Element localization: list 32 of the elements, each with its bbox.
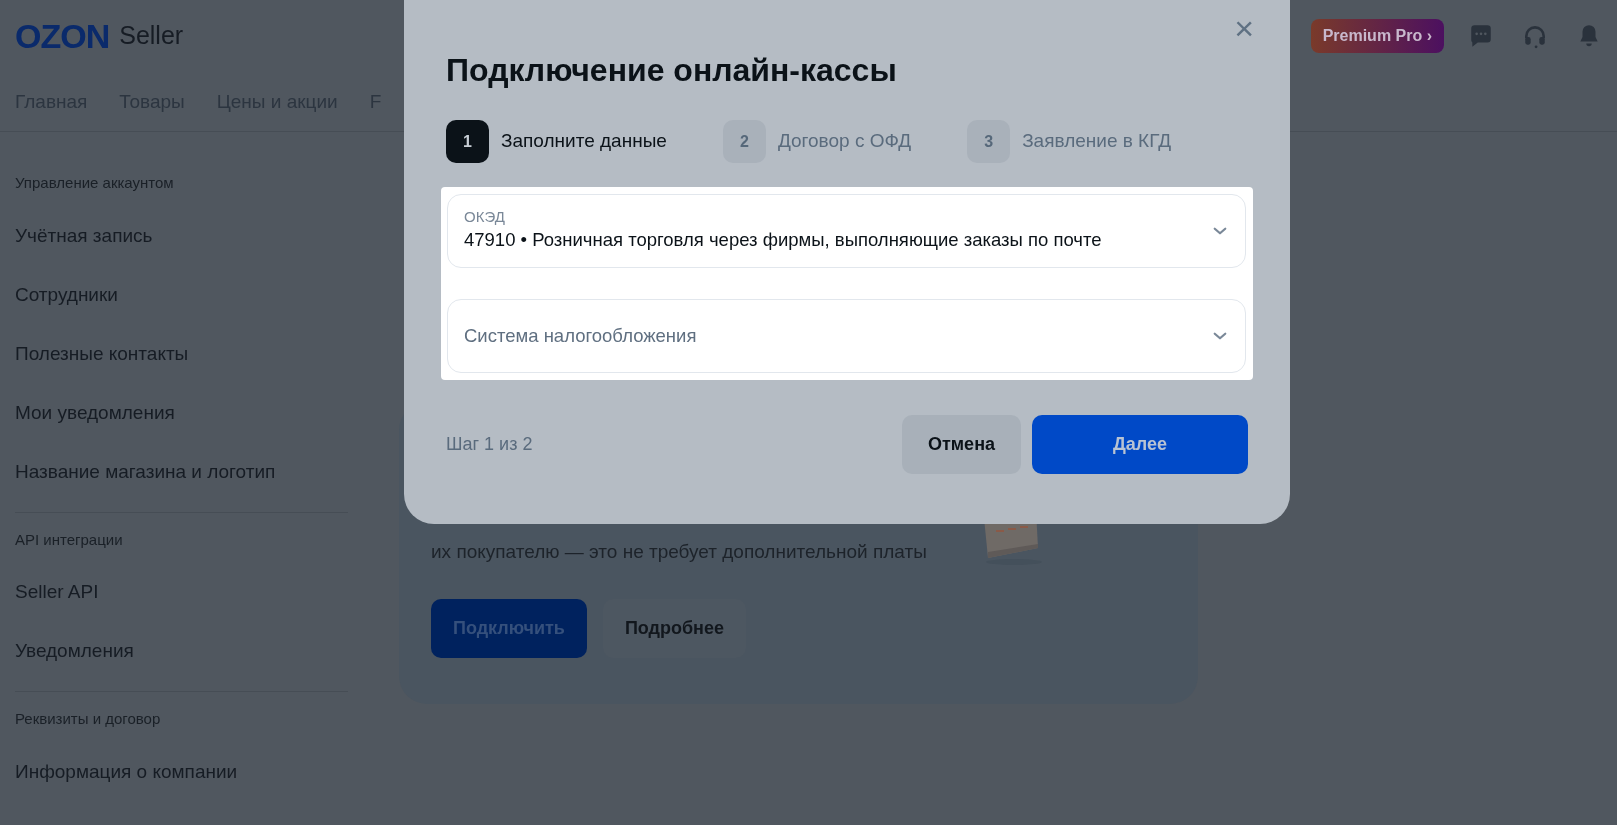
sidebar-item[interactable]: Мои уведомления [15, 383, 348, 443]
sidebar-item[interactable]: Seller API [15, 563, 348, 622]
next-button[interactable]: Далее [1032, 415, 1248, 474]
promo-badge[interactable]: Premium Pro › [1310, 19, 1444, 53]
step-label: Заявление в КГД [1022, 129, 1172, 154]
field-label: ОКЭД [464, 208, 506, 227]
cancel-button[interactable]: Отмена [902, 415, 1021, 474]
headset-icon[interactable] [1522, 23, 1548, 49]
step-number: 1 [446, 120, 489, 163]
logo[interactable]: OZON [15, 19, 110, 53]
step-label: Договор с ОФД [777, 129, 912, 154]
sidebar-item[interactable]: Информация о компании [15, 742, 348, 802]
sidebar-item[interactable]: Уведомления [15, 622, 348, 681]
sidebar-item[interactable]: Сотрудники [15, 265, 348, 325]
step-number: 3 [967, 120, 1011, 163]
close-button[interactable]: × [1228, 10, 1260, 46]
sidebar-heading: Управление аккаунтом [15, 173, 175, 193]
field-placeholder: Система налогообложения [464, 324, 698, 349]
sidebar-item[interactable]: Название магазина и логотип [15, 442, 348, 502]
dialog-title: Подключение онлайн-кассы [446, 51, 898, 90]
step-label: Заполните данные [501, 129, 667, 154]
chat-icon[interactable] [1468, 23, 1494, 49]
step-counter: Шаг 1 из 2 [446, 433, 534, 456]
step-number: 2 [722, 120, 766, 163]
field-value: 47910 • Розничная торговля через фирмы, выполняющие заказы по почте [464, 228, 1103, 253]
sidebar-item[interactable]: Полезные контакты [15, 324, 348, 384]
sidebar-heading: Реквизиты и договор [15, 709, 162, 729]
sidebar-item[interactable]: Учётная запись [15, 206, 348, 266]
select-field[interactable]: Система налогообложения [447, 299, 1246, 373]
select-field[interactable]: ОКЭД 47910 • Розничная торговля через фирмы, выполняющие заказы по почте [447, 194, 1246, 268]
logo-subtitle: Seller [119, 20, 184, 52]
sidebar-heading: API интеграции [15, 529, 124, 550]
